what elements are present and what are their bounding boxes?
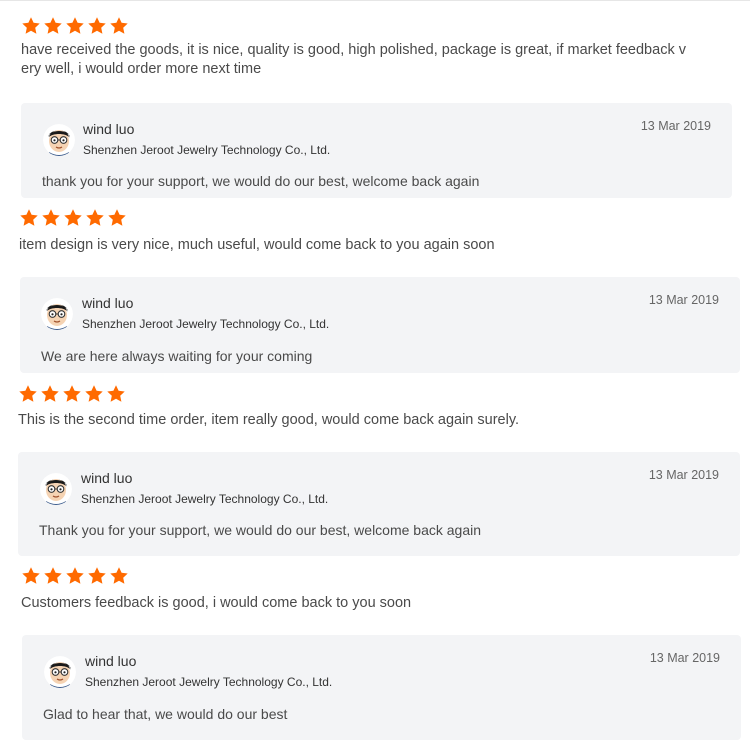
- reply-company: Shenzhen Jeroot Jewelry Technology Co., …: [81, 492, 329, 506]
- reply-company: Shenzhen Jeroot Jewelry Technology Co., …: [85, 675, 333, 689]
- star-icon: [43, 566, 64, 587]
- rating-stars: [18, 384, 694, 406]
- reply-date: 13 Mar 2019: [640, 119, 711, 133]
- star-icon: [65, 16, 86, 37]
- seller-reply: wind luo Shenzhen Jeroot Jewelry Technol…: [21, 103, 732, 198]
- star-icon: [40, 384, 61, 405]
- avatar: [43, 124, 75, 156]
- seller-reply: wind luo Shenzhen Jeroot Jewelry Technol…: [20, 277, 740, 373]
- reply-company: Shenzhen Jeroot Jewelry Technology Co., …: [83, 143, 331, 157]
- top-divider: [0, 0, 750, 1]
- star-icon: [84, 384, 105, 405]
- seller-reply: wind luo Shenzhen Jeroot Jewelry Technol…: [22, 635, 741, 740]
- reply-author: wind luo: [83, 121, 135, 137]
- star-icon: [87, 16, 108, 37]
- reply-text: thank you for your support, we would do …: [42, 173, 480, 189]
- avatar: [40, 473, 72, 505]
- review-text: have received the goods, it is nice, qua…: [21, 42, 686, 77]
- star-icon: [19, 208, 40, 229]
- reply-author: wind luo: [85, 653, 137, 669]
- review-item: This is the second time order, item real…: [18, 384, 694, 430]
- reply-text: Thank you for your support, we would do …: [39, 522, 482, 538]
- seller-reply: wind luo Shenzhen Jeroot Jewelry Technol…: [18, 452, 740, 556]
- review-item: item design is very nice, much useful, w…: [19, 208, 695, 255]
- avatar: [41, 298, 73, 330]
- star-icon: [85, 208, 106, 229]
- reply-author: wind luo: [81, 470, 133, 486]
- star-icon: [109, 566, 130, 587]
- reply-date: 13 Mar 2019: [648, 293, 719, 307]
- star-icon: [63, 208, 84, 229]
- avatar: [44, 656, 76, 688]
- star-icon: [65, 566, 86, 587]
- star-icon: [41, 208, 62, 229]
- reply-date: 13 Mar 2019: [648, 468, 719, 482]
- star-icon: [43, 16, 64, 37]
- star-icon: [107, 208, 128, 229]
- reply-company: Shenzhen Jeroot Jewelry Technology Co., …: [82, 317, 330, 331]
- star-icon: [21, 16, 42, 37]
- rating-stars: [21, 16, 687, 38]
- review-text: This is the second time order, item real…: [18, 412, 520, 428]
- star-icon: [62, 384, 83, 405]
- rating-stars: [19, 208, 695, 230]
- rating-stars: [21, 566, 697, 588]
- review-item: Customers feedback is good, i would come…: [21, 566, 697, 613]
- reply-date: 13 Mar 2019: [649, 651, 720, 665]
- reply-author: wind luo: [82, 295, 134, 311]
- reply-text: We are here always waiting for your comi…: [41, 348, 313, 364]
- review-text: item design is very nice, much useful, w…: [19, 237, 495, 253]
- star-icon: [109, 16, 130, 37]
- review-item: have received the goods, it is nice, qua…: [21, 16, 687, 79]
- star-icon: [21, 566, 42, 587]
- star-icon: [106, 384, 127, 405]
- star-icon: [18, 384, 39, 405]
- star-icon: [87, 566, 108, 587]
- review-text: Customers feedback is good, i would come…: [21, 595, 412, 611]
- reply-text: Glad to hear that, we would do our best: [43, 706, 288, 722]
